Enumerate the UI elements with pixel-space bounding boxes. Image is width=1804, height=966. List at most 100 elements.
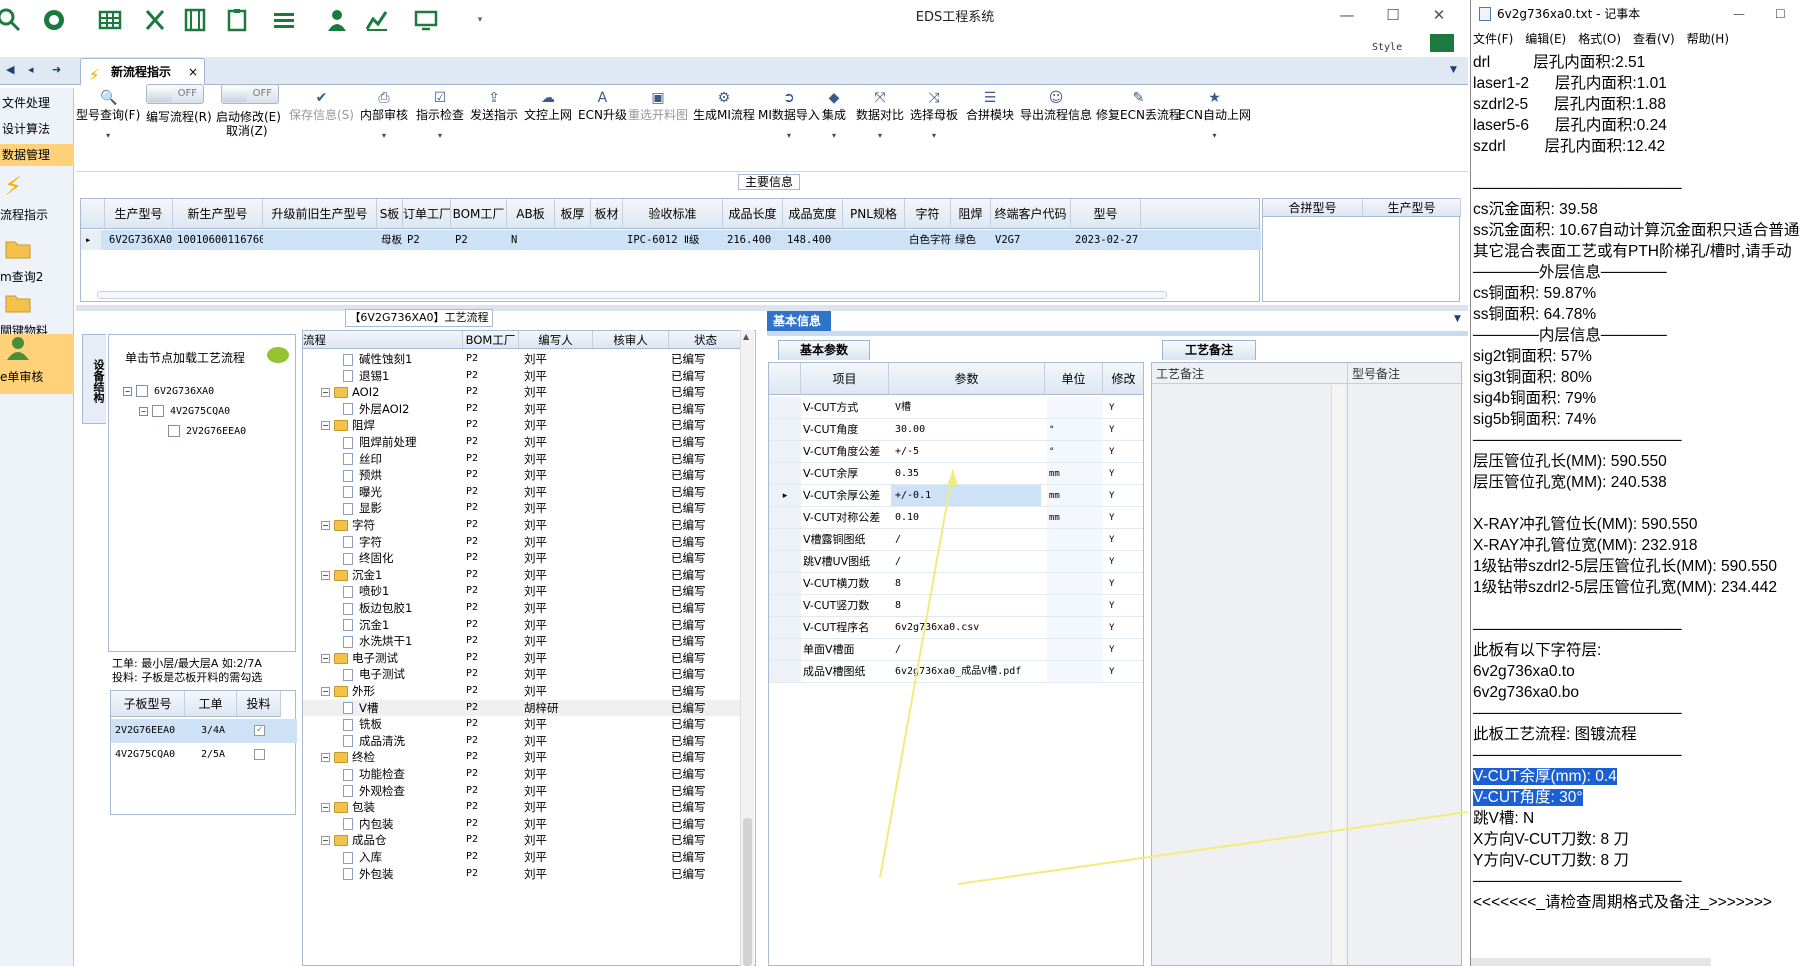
table-row[interactable]: − 电子测试 P2 刘平 已编写: [303, 650, 743, 667]
start-modify-toggle[interactable]: OFF: [221, 84, 279, 104]
ribbon-button[interactable]: ⇪ 发送指示: [470, 90, 518, 123]
customize-icon[interactable]: ▾: [470, 6, 490, 34]
table-row[interactable]: 外观检查 P2 刘平 已编写: [303, 783, 743, 800]
table-row[interactable]: V-CUT余厚 0.35 mm Y: [769, 463, 1143, 485]
collapse-icon[interactable]: −: [321, 803, 330, 813]
close-button[interactable]: ✕: [1428, 6, 1450, 26]
param-value-cell[interactable]: 0.35: [891, 463, 1041, 484]
table-cell[interactable]: 148.400: [783, 230, 843, 250]
vertical-scrollbar[interactable]: ▲: [740, 330, 754, 966]
table-row[interactable]: V槽露铜图纸 / Y: [769, 529, 1143, 551]
table-row[interactable]: 显影 P2 刘平 已编写: [303, 500, 743, 517]
table-row[interactable]: 曝光 P2 刘平 已编写: [303, 484, 743, 501]
maximize-button[interactable]: ☐: [1382, 6, 1404, 26]
menu-item[interactable]: 格式(O): [1578, 32, 1621, 46]
tree-expander-icon[interactable]: −: [139, 406, 148, 416]
param-value-cell[interactable]: 0.10: [891, 507, 1041, 528]
menu-item[interactable]: 帮助(H): [1687, 32, 1729, 46]
column-header[interactable]: S板: [377, 199, 403, 229]
table-row[interactable]: − AOI2 P2 刘平 已编写: [303, 384, 743, 401]
column-header[interactable]: 工单: [185, 691, 237, 717]
table-row[interactable]: 板边包胶1 P2 刘平 已编写: [303, 600, 743, 617]
table-row[interactable]: − 阻焊 P2 刘平 已编写: [303, 417, 743, 434]
table-cell[interactable]: [263, 230, 377, 250]
table-row[interactable]: 跳V槽UV图纸 / Y: [769, 551, 1143, 573]
table-row[interactable]: V槽 P2 胡梓研 已编写: [303, 699, 743, 717]
menu-item[interactable]: 文件(F): [1473, 32, 1513, 46]
ribbon-button[interactable]: ➲ MI数据导入 ▾: [758, 90, 820, 140]
table-row[interactable]: 入库 P2 刘平 已编写: [303, 849, 743, 866]
nav-order-review[interactable]: e单审核: [0, 334, 74, 394]
param-value-cell[interactable]: +/-5: [891, 441, 1041, 462]
grid-icon[interactable]: [90, 6, 130, 34]
nav-next-icon[interactable]: ➜: [52, 63, 61, 76]
param-value-cell[interactable]: 30.00: [891, 419, 1041, 440]
table-row[interactable]: V-CUT横刀数 8 Y: [769, 573, 1143, 595]
table-cell[interactable]: 6V2G736XA0: [105, 230, 173, 250]
table-row[interactable]: 终固化 P2 刘平 已编写: [303, 550, 743, 567]
minimize-button[interactable]: —: [1733, 0, 1745, 28]
column-header[interactable]: BOM工厂: [451, 199, 507, 229]
column-header[interactable]: 字符: [905, 199, 951, 229]
ribbon-button[interactable]: ☑ 指示检查 ▾: [416, 90, 464, 140]
ribbon-button[interactable]: ☰ 合拼模块: [966, 90, 1014, 123]
cancel-button[interactable]: 取消(Z): [226, 122, 268, 139]
table-row[interactable]: − 外形 P2 刘平 已编写: [303, 683, 743, 700]
ribbon-button[interactable]: ▣ 重选开料图: [628, 90, 688, 123]
table-row[interactable]: V-CUT角度 30.00 ° Y: [769, 419, 1143, 441]
nav-file-processing[interactable]: 文件处理: [0, 92, 74, 114]
table-cell[interactable]: P2: [403, 230, 451, 250]
feed-checkbox[interactable]: ✓: [254, 725, 265, 736]
table-row[interactable]: 2V2G76EEA0 3/4A ✓: [111, 719, 297, 743]
ribbon-button[interactable]: ⚙ 生成MI流程: [693, 90, 755, 123]
collapse-icon[interactable]: −: [321, 687, 330, 696]
ribbon-button[interactable]: ☺ 导出流程信息: [1020, 90, 1092, 123]
column-header[interactable]: 板材: [591, 199, 623, 229]
table-row[interactable]: 喷砂1 P2 刘平 已编写: [303, 583, 743, 600]
table-cell[interactable]: V2G7: [991, 230, 1071, 250]
table-row[interactable]: 退锡1 P2 刘平 已编写: [303, 368, 743, 385]
horizontal-scrollbar[interactable]: [97, 291, 1167, 299]
ribbon-button[interactable]: ★ ECN自动上网 ▾: [1178, 90, 1251, 140]
tree-node[interactable]: − 4V2G75CQA0: [139, 405, 230, 417]
column-header[interactable]: 生产型号: [105, 199, 173, 229]
collapse-icon[interactable]: −: [321, 836, 330, 846]
ribbon-button[interactable]: ⎙ 内部审核 ▾: [360, 90, 408, 140]
column-header[interactable]: 成品宽度: [783, 199, 843, 229]
column-header[interactable]: AB板: [507, 199, 555, 229]
table-cell[interactable]: 10010600116760: [173, 230, 263, 250]
main-info-row[interactable]: ▸ 6V2G736XA0 10010600116760 母板 P2 P2 N IPC-6012…: [81, 230, 1261, 250]
ribbon-button[interactable]: ✔ 保存信息(S): [289, 90, 354, 123]
column-header[interactable]: 单位: [1045, 363, 1103, 395]
chart-icon[interactable]: [362, 6, 392, 34]
menu-item[interactable]: 编辑(E): [1525, 32, 1566, 46]
param-value-cell[interactable]: V槽: [891, 397, 1041, 418]
globe-icon[interactable]: [34, 6, 74, 34]
nav-back-icon[interactable]: ◂: [28, 63, 34, 76]
ribbon-button[interactable]: ✎ 修复ECN丢流程: [1096, 90, 1181, 123]
column-header[interactable]: 板厚: [555, 199, 591, 229]
column-header[interactable]: 验收标准: [623, 199, 723, 229]
table-row[interactable]: 外包装 P2 刘平 已编写: [303, 866, 743, 883]
remark-scrollbar[interactable]: [1331, 385, 1345, 965]
collapse-icon[interactable]: −: [321, 570, 330, 580]
ribbon-button[interactable]: A ECN升级: [578, 90, 627, 123]
nav-query2[interactable]: m查询2: [0, 234, 74, 290]
edit-flow-toggle[interactable]: OFF: [146, 84, 204, 104]
ribbon-button[interactable]: ◆ 集成 ▾: [822, 90, 846, 140]
table-row[interactable]: 沉金1 P2 刘平 已编写: [303, 617, 743, 634]
table-row[interactable]: − 字符 P2 刘平 已编写: [303, 517, 743, 534]
tab-menu-icon[interactable]: ▼: [1450, 65, 1457, 75]
scissors-icon[interactable]: [140, 6, 170, 34]
collapse-icon[interactable]: −: [321, 421, 330, 431]
column-header[interactable]: 终端客户代码: [991, 199, 1071, 229]
table-cell[interactable]: 白色字符: [905, 230, 951, 250]
table-row[interactable]: 阻焊前处理 P2 刘平 已编写: [303, 434, 743, 451]
param-value-cell[interactable]: /: [891, 639, 1041, 660]
tree-node[interactable]: 2V2G76EEA0: [155, 425, 246, 437]
table-cell[interactable]: P2: [451, 230, 507, 250]
column-header[interactable]: PNL规格: [843, 199, 905, 229]
search-icon[interactable]: [0, 6, 24, 34]
table-row[interactable]: 单面V槽面 / Y: [769, 639, 1143, 661]
table-row[interactable]: − 沉金1 P2 刘平 已编写: [303, 567, 743, 584]
